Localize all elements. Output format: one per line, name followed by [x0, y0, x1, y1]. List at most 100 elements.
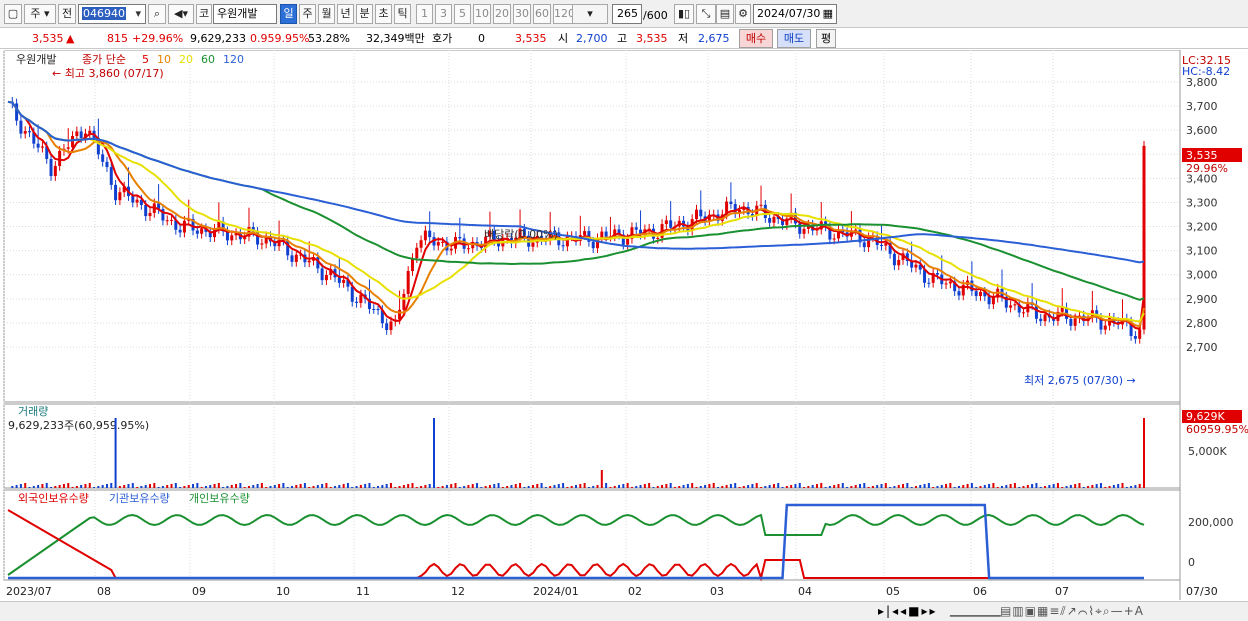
- volume-bar: [846, 487, 849, 488]
- volume-bar: [334, 486, 337, 488]
- period-tab-5[interactable]: 초: [375, 4, 392, 24]
- volume-bar: [673, 487, 676, 488]
- candle-body: [195, 230, 199, 234]
- save-icon[interactable]: ▤: [716, 4, 734, 24]
- eval-button[interactable]: 평: [816, 29, 836, 48]
- hoga-value: 0: [478, 32, 485, 45]
- volume-bar: [286, 487, 289, 488]
- volume-bar: [755, 483, 758, 488]
- volume-bar: [790, 485, 793, 488]
- volume-bar: [97, 486, 100, 488]
- volume-bar: [226, 486, 229, 488]
- volume-bar: [1117, 484, 1120, 488]
- low-value: 2,675: [698, 32, 730, 45]
- candle-body: [626, 238, 630, 245]
- stock-code-input[interactable]: 046940 ▾: [78, 4, 146, 24]
- volume-bar: [480, 487, 483, 488]
- gear-icon[interactable]: ⚙: [735, 4, 751, 24]
- volume-bar: [562, 483, 565, 488]
- interval-button-1[interactable]: 1: [416, 4, 433, 24]
- candle-type-icon[interactable]: ▮▯: [674, 4, 694, 24]
- volume-bar: [497, 483, 500, 488]
- count-input[interactable]: 265: [612, 4, 642, 24]
- volume-bar: [764, 486, 767, 488]
- period-tab-3[interactable]: 년: [337, 4, 354, 24]
- volume-bar: [570, 486, 573, 488]
- volume-bar: [28, 487, 31, 488]
- zoom-slider[interactable]: ▁▁▁▁▁▁: [950, 603, 1001, 619]
- search-icon[interactable]: ⌕: [148, 4, 166, 24]
- period-tab-4[interactable]: 분: [356, 4, 373, 24]
- speaker-icon[interactable]: ◀▾: [168, 4, 194, 24]
- period-tab-2[interactable]: 월: [318, 4, 335, 24]
- volume-bar: [906, 483, 909, 488]
- interval-button-3[interactable]: 3: [435, 4, 452, 24]
- volume-bar: [717, 487, 719, 488]
- buy-button[interactable]: 매수: [739, 29, 773, 48]
- candle-body: [114, 184, 118, 201]
- prev-button[interactable]: 전: [58, 4, 76, 24]
- sell-button[interactable]: 매도: [777, 29, 811, 48]
- candle-body: [337, 277, 341, 283]
- drawing-tools-icon[interactable]: ▤▥▣▦≡⫽↗⌒⌇⌖⌕—+A: [1000, 603, 1144, 619]
- market-select[interactable]: 주 ▾: [24, 4, 56, 24]
- interval-button-30[interactable]: 30: [513, 4, 531, 24]
- volume-bar: [630, 487, 633, 488]
- volume-bar: [919, 485, 922, 488]
- stock-chart-svg[interactable]: 3,8003,7003,6003,5003,4003,3003,2003,100…: [0, 49, 1248, 600]
- volume-bar: [157, 487, 160, 488]
- candle-body: [927, 282, 931, 284]
- volume-bar: [312, 486, 315, 488]
- volume-bar: [635, 486, 638, 488]
- volume-bar: [37, 485, 40, 488]
- price-y-tick: 3,600: [1186, 124, 1218, 137]
- candle-body: [36, 143, 40, 148]
- candle-body: [200, 228, 204, 234]
- volume-bar: [1095, 484, 1098, 488]
- volume-bar: [656, 486, 659, 488]
- volume-bar: [15, 485, 18, 488]
- candle-body: [656, 237, 660, 239]
- period-tab-0[interactable]: 일: [280, 4, 297, 24]
- volume-bar: [669, 483, 672, 488]
- volume-bar: [721, 486, 724, 488]
- candle-body: [978, 291, 982, 297]
- interval-button-5[interactable]: 5: [454, 4, 471, 24]
- chart-menu-icon[interactable]: ▢: [4, 4, 22, 24]
- interval-button-20[interactable]: 20: [493, 4, 511, 24]
- volume-bar: [476, 483, 479, 488]
- date-input[interactable]: 2024/07/30 ▦: [753, 4, 837, 24]
- volume-bar: [54, 486, 57, 488]
- volume-bar: [458, 487, 461, 488]
- x-axis-label: 2024/01: [533, 585, 579, 598]
- holding-legend-2: 개인보유수량: [189, 492, 250, 505]
- volume-bar: [871, 486, 874, 488]
- volume-bar: [575, 485, 577, 488]
- interval-button-60[interactable]: 60: [533, 4, 551, 24]
- candle-body: [733, 204, 737, 214]
- period-tab-1[interactable]: 주: [299, 4, 316, 24]
- volume-bar: [351, 487, 354, 488]
- candle-body: [131, 196, 135, 203]
- volume-bar: [239, 483, 242, 488]
- interval-button-10[interactable]: 10: [473, 4, 491, 24]
- change-value: 815: [107, 32, 128, 45]
- candle-body: [144, 204, 148, 217]
- volume-bar: [170, 484, 173, 488]
- chart-area[interactable]: 3,8003,7003,6003,5003,4003,3003,2003,100…: [0, 49, 1248, 600]
- scroll-controls[interactable]: ▸|◂◂■▸▸: [878, 603, 938, 619]
- crosshair-icon[interactable]: ⤡: [696, 4, 716, 24]
- volume-bar: [738, 487, 741, 488]
- period-tab-6[interactable]: 틱: [394, 4, 411, 24]
- volume-bar: [1018, 487, 1021, 488]
- volume-bar: [136, 487, 139, 488]
- x-axis-label: 05: [886, 585, 900, 598]
- volume-bar: [811, 485, 814, 488]
- volume-bar: [889, 487, 892, 488]
- volume-bar: [1130, 486, 1133, 488]
- volume-bar: [803, 487, 806, 488]
- interval-custom-select[interactable]: ▾: [572, 4, 608, 24]
- interval-button-120[interactable]: 120: [553, 4, 575, 24]
- volume-bar: [531, 485, 534, 488]
- stock-name-field[interactable]: 우원개발: [213, 4, 277, 24]
